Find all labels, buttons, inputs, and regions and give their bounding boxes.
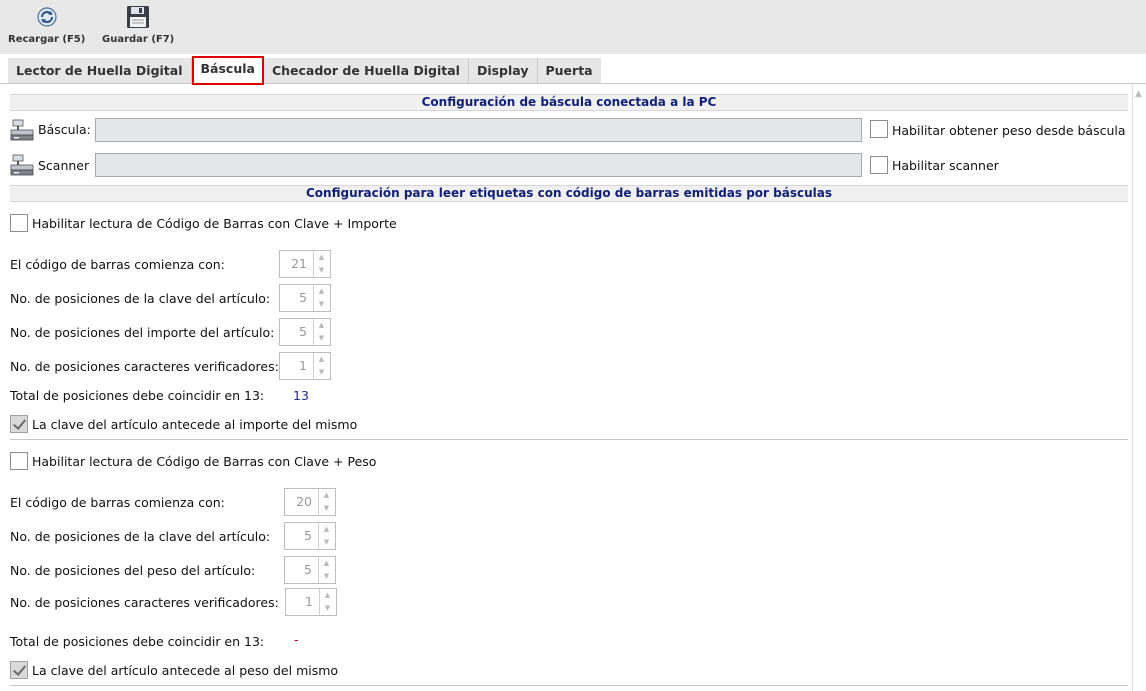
spinner-down-icon[interactable]: ▼ [313, 264, 330, 277]
amount-check-positions-label: No. de posiciones caracteres verificador… [10, 359, 279, 374]
spinner-up-icon[interactable]: ▲ [313, 319, 330, 332]
spinner-value: 5 [280, 285, 314, 311]
spinner-down-icon[interactable]: ▼ [319, 602, 336, 615]
spinner-value: 5 [285, 523, 319, 549]
weight-key-positions-label: No. de posiciones de la clave del artícu… [10, 529, 271, 544]
tab-display[interactable]: Display [469, 58, 538, 83]
spinner-down-icon[interactable]: ▼ [313, 366, 330, 379]
reload-button[interactable]: Recargar (F5) [8, 4, 85, 50]
weight-weight-positions-spinner[interactable]: 5 ▲ ▼ [284, 556, 336, 584]
spinner-value: 5 [280, 319, 314, 345]
amount-starts-spinner[interactable]: 21 ▲ ▼ [279, 250, 331, 278]
scale-enable-label: Habilitar obtener peso desde báscula [892, 123, 1126, 138]
weight-key-first-checkbox[interactable] [10, 661, 28, 679]
amount-key-first-label: La clave del artículo antecede al import… [32, 417, 358, 432]
bascula-panel: Configuración de báscula conectada a la … [0, 85, 1132, 691]
scale-label: Báscula: [38, 122, 91, 137]
spinner-up-icon[interactable]: ▲ [318, 523, 335, 536]
weight-weight-positions-label: No. de posiciones del peso del artículo: [10, 563, 256, 578]
weight-check-positions-label: No. de posiciones caracteres verificador… [10, 595, 279, 610]
amount-key-first-checkbox[interactable] [10, 415, 28, 433]
amount-amount-positions-label: No. de posiciones del importe del artícu… [10, 325, 275, 340]
weight-check-positions-spinner[interactable]: 1 ▲ ▼ [285, 588, 337, 616]
spinner-value: 20 [285, 489, 319, 515]
spinner-up-icon[interactable]: ▲ [313, 353, 330, 366]
reload-icon [34, 4, 60, 30]
spinner-value: 21 [280, 251, 314, 277]
amount-key-positions-label: No. de posiciones de la clave del artícu… [10, 291, 271, 306]
scanner-enable-label: Habilitar scanner [892, 158, 999, 173]
weight-total-label: Total de posiciones debe coincidir en 13… [10, 634, 265, 649]
floppy-disk-icon [125, 4, 151, 30]
weight-enable-label: Habilitar lectura de Código de Barras co… [32, 454, 377, 469]
spinner-value: 5 [285, 557, 319, 583]
scanner-enable-checkbox[interactable] [870, 156, 888, 174]
vertical-scrollbar[interactable]: ▲ [1132, 85, 1146, 691]
scanner-device-icon [10, 153, 34, 177]
scale-device-icon [10, 118, 34, 142]
amount-amount-positions-spinner[interactable]: 5 ▲ ▼ [279, 318, 331, 346]
weight-total-value: - [294, 632, 299, 647]
spinner-down-icon[interactable]: ▼ [318, 570, 335, 583]
scroll-up-icon[interactable]: ▲ [1135, 89, 1142, 99]
amount-enable-checkbox[interactable] [10, 214, 28, 232]
toolbar: Recargar (F5) Guardar (F7) [0, 0, 1146, 54]
reload-label: Recargar (F5) [8, 34, 86, 45]
tab-bascula[interactable]: Báscula [191, 56, 264, 85]
spinner-down-icon[interactable]: ▼ [318, 502, 335, 515]
spinner-value: 1 [280, 353, 314, 379]
spinner-up-icon[interactable]: ▲ [318, 557, 335, 570]
section-divider [10, 685, 1128, 686]
spinner-down-icon[interactable]: ▼ [313, 332, 330, 345]
scanner-field[interactable] [95, 153, 862, 177]
spinner-down-icon[interactable]: ▼ [318, 536, 335, 549]
spinner-value: 1 [286, 589, 320, 615]
tab-checador-huella[interactable]: Checador de Huella Digital [264, 58, 469, 83]
section-divider [10, 439, 1128, 440]
weight-key-positions-spinner[interactable]: 5 ▲ ▼ [284, 522, 336, 550]
spinner-down-icon[interactable]: ▼ [313, 298, 330, 311]
scanner-label: Scanner [38, 158, 90, 173]
weight-starts-spinner[interactable]: 20 ▲ ▼ [284, 488, 336, 516]
save-button[interactable]: Guardar (F7) [102, 4, 174, 50]
barcode-config-header: Configuración para leer etiquetas con có… [10, 185, 1128, 202]
spinner-up-icon[interactable]: ▲ [319, 589, 336, 602]
amount-total-label: Total de posiciones debe coincidir en 13… [10, 388, 265, 403]
tab-puerta[interactable]: Puerta [538, 58, 601, 83]
tab-bar: Lector de Huella Digital Báscula Checado… [0, 54, 1146, 85]
pc-config-header: Configuración de báscula conectada a la … [10, 94, 1128, 111]
spinner-up-icon[interactable]: ▲ [313, 251, 330, 264]
amount-total-value: 13 [293, 388, 309, 403]
amount-check-positions-spinner[interactable]: 1 ▲ ▼ [279, 352, 331, 380]
scale-enable-checkbox[interactable] [870, 120, 888, 138]
amount-starts-label: El código de barras comienza con: [10, 257, 225, 272]
weight-starts-label: El código de barras comienza con: [10, 495, 225, 510]
spinner-up-icon[interactable]: ▲ [313, 285, 330, 298]
tab-lector-huella[interactable]: Lector de Huella Digital [8, 58, 192, 83]
weight-enable-checkbox[interactable] [10, 452, 28, 470]
spinner-up-icon[interactable]: ▲ [318, 489, 335, 502]
scale-field[interactable] [95, 118, 862, 142]
save-label: Guardar (F7) [102, 34, 175, 45]
amount-key-positions-spinner[interactable]: 5 ▲ ▼ [279, 284, 331, 312]
tab-strip: Lector de Huella Digital Báscula Checado… [8, 56, 601, 85]
weight-key-first-label: La clave del artículo antecede al peso d… [32, 663, 339, 678]
amount-enable-label: Habilitar lectura de Código de Barras co… [32, 216, 397, 231]
